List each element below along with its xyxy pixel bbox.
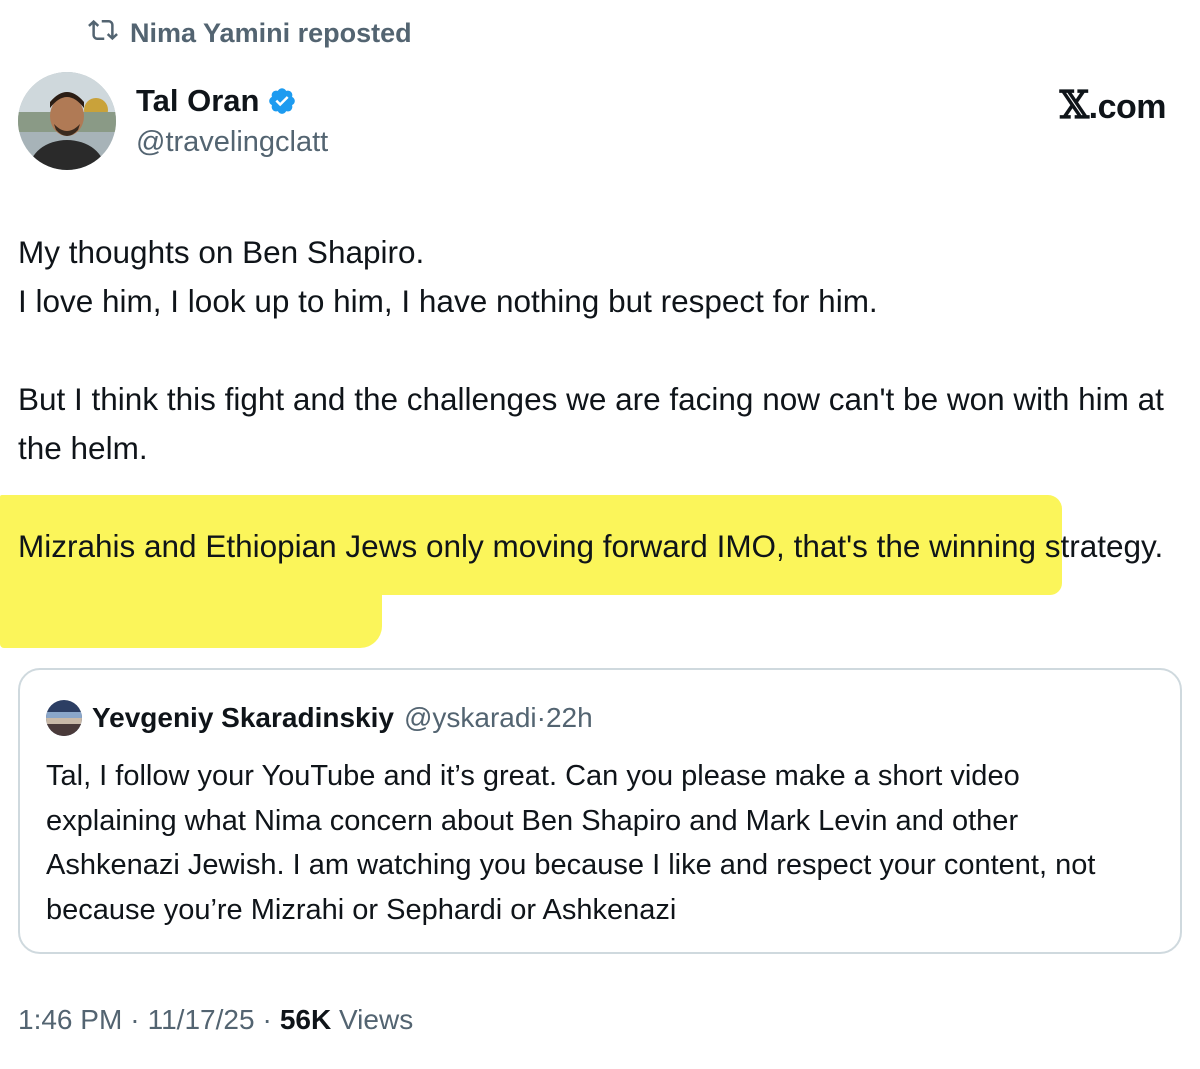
repost-header: Nima Yamini reposted [88,16,412,50]
repost-icon [88,15,118,52]
quoted-post-text: Tal, I follow your YouTube and it’s grea… [46,760,1096,926]
verified-badge-icon[interactable] [267,86,297,116]
author-handle[interactable]: @travelingclatt [136,126,328,159]
author-avatar[interactable] [18,72,116,170]
x-logo-icon: 𝕏 [1059,82,1089,127]
quoted-author-name[interactable]: Yevgeniy Skaradinskiy [92,702,394,734]
quoted-author-avatar[interactable] [46,700,82,736]
post-line-3: But I think this fight and the challenge… [18,381,1164,466]
post-time[interactable]: 1:46 PM [18,1004,122,1036]
author-block: Tal Oran @travelingclatt [136,80,328,159]
post-text: My thoughts on Ben Shapiro. I love him, … [18,228,1188,571]
quoted-post-header: Yevgeniy Skaradinskiy @yskaradi·22h [46,700,593,736]
post-line-2: I love him, I look up to him, I have not… [18,283,878,319]
views-label: Views [339,1004,414,1035]
post-meta: 1:46 PM · 11/17/25 · 56K Views [18,1004,414,1036]
author-name[interactable]: Tal Oran [136,83,259,119]
x-com-watermark: 𝕏.com [1059,82,1167,127]
post-date[interactable]: 11/17/25 [148,1004,255,1036]
views-count-block[interactable]: 56K Views [280,1004,413,1036]
post-line-1: My thoughts on Ben Shapiro. [18,234,425,270]
x-com-text: .com [1088,88,1167,126]
post-line-4-highlighted: Mizrahis and Ethiopian Jews only moving … [18,528,1164,564]
quoted-author-handle: @yskaradi·22h [403,702,593,733]
repost-text[interactable]: Nima Yamini reposted [130,18,412,49]
quoted-post[interactable]: Yevgeniy Skaradinskiy @yskaradi·22h Tal,… [18,668,1182,954]
views-count: 56K [279,1004,332,1035]
highlight-marker-tail [0,580,382,648]
